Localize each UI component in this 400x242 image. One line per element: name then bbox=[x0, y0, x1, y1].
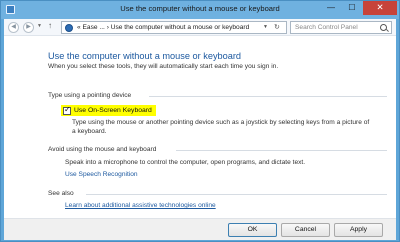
maximize-button[interactable]: ☐ bbox=[342, 1, 362, 15]
navigation-bar: ◀ ▶ ▼ ↑ « Ease ... › Use the computer wi… bbox=[4, 19, 396, 36]
title-bar[interactable]: Use the computer without a mouse or keyb… bbox=[1, 1, 399, 19]
search-placeholder: Search Control Panel bbox=[295, 24, 358, 31]
assistive-technologies-link[interactable]: Learn about additional assistive technol… bbox=[65, 202, 216, 209]
section-divider bbox=[176, 150, 387, 151]
page-intro: When you select these tools, they will a… bbox=[48, 63, 279, 70]
page-title: Use the computer without a mouse or keyb… bbox=[48, 51, 242, 61]
on-screen-keyboard-option[interactable]: Use On-Screen Keyboard bbox=[61, 105, 156, 116]
window-client: ◀ ▶ ▼ ↑ « Ease ... › Use the computer wi… bbox=[4, 19, 396, 240]
apply-button[interactable]: Apply bbox=[334, 223, 383, 237]
chevron-down-icon[interactable]: ▼ bbox=[263, 24, 268, 30]
close-button[interactable]: ✕ bbox=[363, 1, 397, 15]
address-breadcrumb[interactable]: « Ease ... › Use the computer without a … bbox=[77, 24, 249, 31]
section-heading-pointing: Type using a pointing device bbox=[48, 92, 132, 99]
cancel-button[interactable]: Cancel bbox=[281, 223, 330, 237]
ok-button[interactable]: OK bbox=[228, 223, 277, 237]
recent-pages-icon[interactable]: ▼ bbox=[37, 23, 42, 29]
section-divider bbox=[149, 96, 387, 97]
minimize-button[interactable]: — bbox=[321, 1, 341, 15]
on-screen-keyboard-label[interactable]: Use On-Screen Keyboard bbox=[74, 107, 152, 114]
on-screen-keyboard-description: Type using the mouse or another pointing… bbox=[72, 119, 370, 135]
dialog-footer: OK Cancel Apply bbox=[4, 218, 396, 240]
forward-arrow-icon[interactable]: ▶ bbox=[23, 22, 34, 33]
section-heading-see-also: See also bbox=[48, 190, 74, 197]
section-heading-avoid: Avoid using the mouse and keyboard bbox=[48, 146, 157, 153]
on-screen-keyboard-checkbox[interactable] bbox=[63, 105, 71, 115]
search-icon[interactable] bbox=[380, 24, 387, 31]
up-arrow-icon[interactable]: ↑ bbox=[48, 21, 52, 30]
address-bar[interactable]: « Ease ... › Use the computer without a … bbox=[61, 21, 287, 34]
back-arrow-icon[interactable]: ◀ bbox=[8, 22, 19, 33]
control-panel-icon bbox=[65, 24, 73, 32]
speech-description: Speak into a microphone to control the c… bbox=[65, 159, 306, 166]
window-frame: Use the computer without a mouse or keyb… bbox=[0, 0, 400, 242]
search-input[interactable]: Search Control Panel bbox=[290, 21, 392, 34]
section-divider bbox=[86, 194, 387, 195]
refresh-icon[interactable]: ↻ bbox=[274, 23, 280, 31]
speech-recognition-link[interactable]: Use Speech Recognition bbox=[65, 171, 138, 178]
